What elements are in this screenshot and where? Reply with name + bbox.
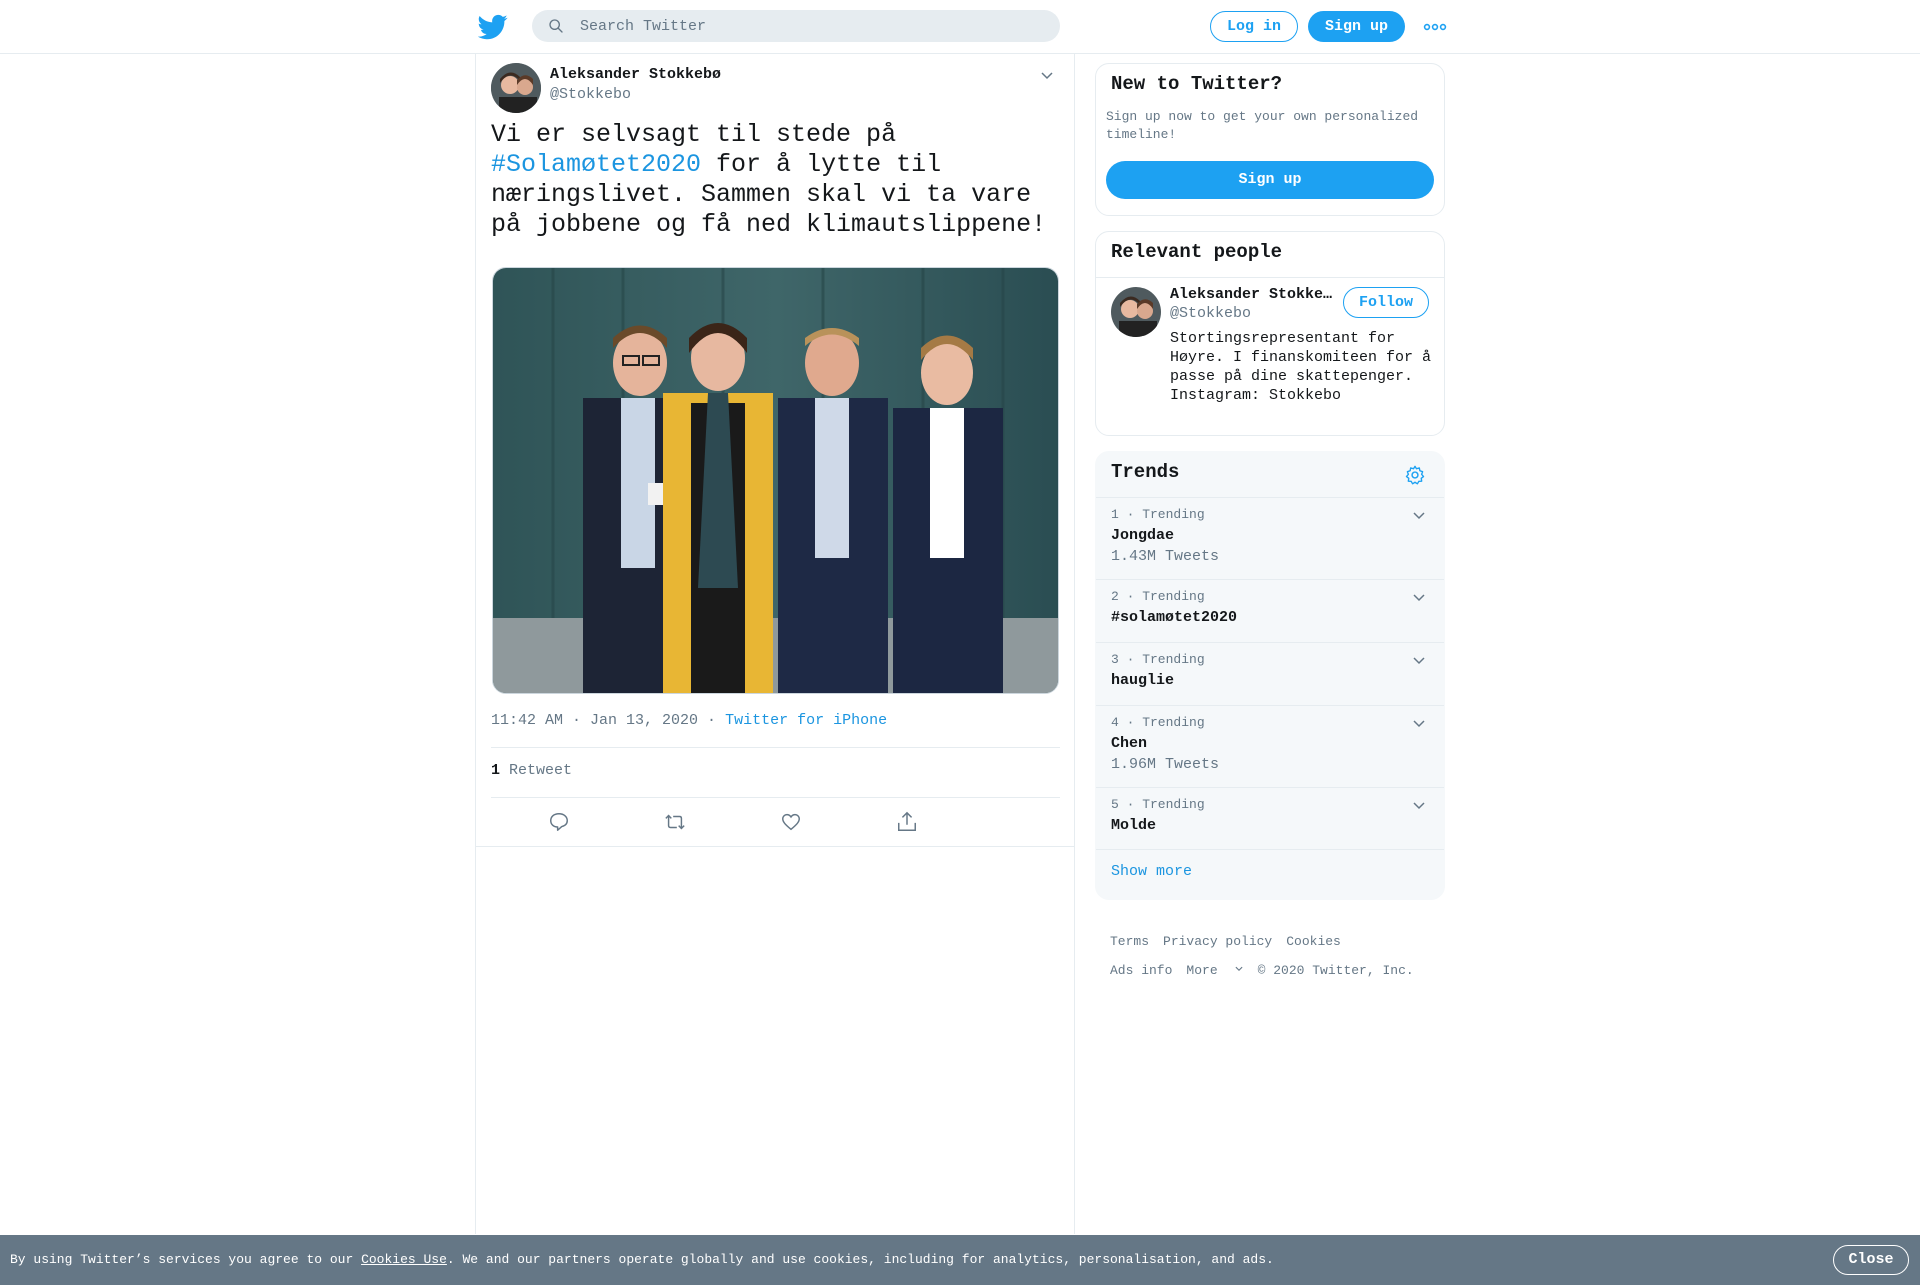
trend-meta: 1 · Trending (1111, 507, 1205, 522)
top-bar: Log in Sign up (0, 0, 1920, 54)
retweet-label: Retweet (500, 762, 573, 779)
like-heart-icon[interactable] (780, 811, 802, 833)
divider (491, 747, 1060, 748)
follow-button[interactable]: Follow (1343, 287, 1429, 318)
tweet-timestamp[interactable]: 11:42 AM · Jan 13, 2020 (491, 712, 698, 729)
cookie-banner: By using Twitter’s services you agree to… (0, 1235, 1920, 1285)
relevant-people-card: Relevant people Aleksander Stokkebø @Sto… (1095, 231, 1445, 436)
person-name[interactable]: Aleksander Stokkebø (1170, 286, 1340, 303)
search-box[interactable] (532, 10, 1060, 42)
trend-name: Molde (1111, 817, 1157, 834)
twitter-bird-icon[interactable] (478, 12, 508, 42)
chevron-down-icon[interactable] (1039, 68, 1055, 84)
gear-icon[interactable] (1404, 464, 1426, 486)
more-menu[interactable]: More (1186, 963, 1243, 978)
ads-info-link[interactable]: Ads info (1110, 963, 1172, 978)
tweet-hashtag-link[interactable]: #Solamøtet2020 (491, 150, 701, 179)
trend-meta: 2 · Trending (1111, 589, 1205, 604)
terms-link[interactable]: Terms (1110, 934, 1149, 949)
new-card-text: Sign up now to get your own personalized… (1106, 109, 1419, 142)
trend-count: 1.96M Tweets (1111, 756, 1220, 773)
login-button[interactable]: Log in (1210, 11, 1298, 42)
trend-meta: 5 · Trending (1111, 797, 1205, 812)
retweet-count: 1 (491, 762, 501, 779)
person-avatar[interactable] (1111, 287, 1161, 337)
copyright: © 2020 Twitter, Inc. (1257, 963, 1414, 978)
new-to-twitter-card: New to Twitter? Sign up now to get your … (1095, 63, 1445, 216)
trend-item[interactable]: 2 · Trending #solamøtet2020 (1096, 579, 1444, 642)
cookie-text-before: By using Twitter’s services you agree to… (10, 1252, 362, 1267)
new-card-title: New to Twitter? (1111, 73, 1283, 95)
reply-icon[interactable] (548, 811, 570, 833)
share-icon[interactable] (896, 811, 918, 833)
cookie-text-after: . We and our partners operate globally a… (446, 1252, 1274, 1267)
chevron-down-icon[interactable] (1411, 716, 1427, 732)
divider (476, 846, 1074, 847)
cookie-text: By using Twitter’s services you agree to… (10, 1252, 1274, 1267)
meta-separator: · (698, 712, 726, 729)
trend-meta: 4 · Trending (1111, 715, 1205, 730)
author-avatar[interactable] (491, 63, 541, 113)
trends-card: Trends 1 · Trending Jongdae 1.43M Tweets… (1095, 451, 1445, 900)
divider (1096, 277, 1444, 278)
trend-name: #solamøtet2020 (1111, 609, 1238, 626)
retweet-icon[interactable] (664, 811, 686, 833)
trends-title: Trends (1111, 461, 1180, 483)
signup-button[interactable]: Sign up (1308, 11, 1405, 42)
tweet-stats[interactable]: 1 Retweet (491, 762, 572, 779)
tweet-meta: 11:42 AM · Jan 13, 2020 · Twitter for iP… (491, 712, 887, 729)
tweet-text-part1: Vi er selvsagt til stede på (491, 120, 897, 149)
close-cookie-button[interactable]: Close (1833, 1245, 1909, 1275)
chevron-down-icon[interactable] (1411, 653, 1427, 669)
trend-item[interactable]: 5 · Trending Molde (1096, 787, 1444, 850)
trend-meta: 3 · Trending (1111, 652, 1205, 667)
people-card-title: Relevant people (1111, 241, 1283, 263)
tweet-actions (491, 798, 1060, 846)
tweet-photo[interactable] (492, 267, 1059, 694)
trend-item[interactable]: 1 · Trending Jongdae 1.43M Tweets (1096, 497, 1444, 579)
tweet-source-link[interactable]: Twitter for iPhone (725, 712, 887, 729)
search-input[interactable] (580, 10, 1040, 42)
trend-name: hauglie (1111, 672, 1175, 689)
chevron-down-icon[interactable] (1411, 508, 1427, 524)
sidebar-signup-button[interactable]: Sign up (1106, 161, 1434, 199)
more-options-icon[interactable] (1423, 17, 1447, 37)
tweet-column: Aleksander Stokkebø @Stokkebo Vi er selv… (475, 54, 1075, 1234)
author-handle[interactable]: @Stokkebo (550, 86, 631, 103)
trend-count: 1.43M Tweets (1111, 548, 1220, 565)
privacy-link[interactable]: Privacy policy (1163, 934, 1272, 949)
chevron-down-icon (1235, 966, 1243, 972)
person-bio: Stortingsrepresentant for Høyre. I finan… (1170, 330, 1432, 404)
author-name[interactable]: Aleksander Stokkebø (550, 66, 721, 83)
tweet-text: Vi er selvsagt til stede på #Solamøtet20… (491, 120, 1056, 240)
chevron-down-icon[interactable] (1411, 590, 1427, 606)
trend-name: Jongdae (1111, 527, 1175, 544)
cookies-use-link[interactable]: Cookies Use (361, 1252, 447, 1267)
chevron-down-icon[interactable] (1411, 798, 1427, 814)
trend-item[interactable]: 3 · Trending hauglie (1096, 642, 1444, 705)
show-more-link[interactable]: Show more (1111, 863, 1192, 880)
trend-name: Chen (1111, 735, 1148, 752)
person-handle[interactable]: @Stokkebo (1170, 305, 1251, 322)
trend-item[interactable]: 4 · Trending Chen 1.96M Tweets (1096, 705, 1444, 787)
search-icon (549, 19, 563, 33)
more-label: More (1186, 963, 1218, 978)
cookies-link[interactable]: Cookies (1286, 934, 1341, 949)
sidebar-footer: Terms Privacy policy Cookies Ads info More ©… (1110, 927, 1450, 985)
